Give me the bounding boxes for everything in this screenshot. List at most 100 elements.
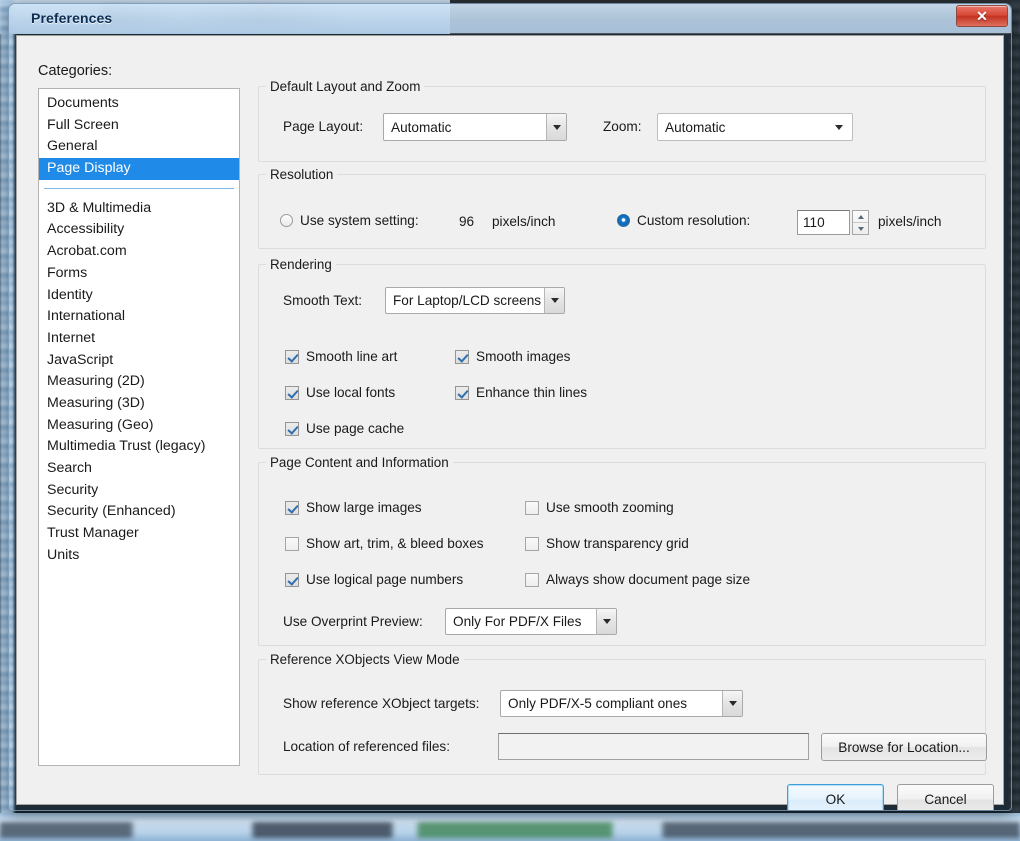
checkbox-show-large-images[interactable]: Show large images (285, 500, 422, 515)
checkbox-use-logical-page-numbers[interactable]: Use logical page numbers (285, 572, 463, 587)
category-item-identity[interactable]: Identity (39, 285, 239, 307)
cancel-button[interactable]: Cancel (897, 784, 994, 810)
checkbox-indicator (285, 421, 299, 436)
radio-use-system-setting[interactable]: Use system setting: (280, 213, 419, 228)
category-item-international[interactable]: International (39, 306, 239, 328)
categories-list[interactable]: Documents Full Screen General Page Display 3… (38, 88, 240, 766)
backdrop-bottom-blurred-text (0, 822, 1020, 838)
checkbox-use-local-fonts[interactable]: Use local fonts (285, 385, 395, 400)
category-item-label: Documents (47, 95, 119, 111)
category-item-label: Full Screen (47, 116, 119, 133)
radio-indicator-system (280, 214, 293, 227)
category-item-label: Internet (47, 329, 96, 346)
category-item-documents[interactable]: Documents (39, 93, 239, 115)
custom-resolution-field[interactable] (798, 211, 849, 234)
category-item-internet[interactable]: Internet (39, 328, 239, 350)
category-item-full-screen[interactable]: Full Screen (39, 115, 239, 137)
checkbox-show-art-trim-bleed-boxes[interactable]: Show art, trim, & bleed boxes (285, 536, 484, 551)
overprint-preview-select[interactable]: Only For PDF/X Files (445, 608, 617, 635)
ok-button[interactable]: OK (787, 784, 884, 810)
page-layout-dropdown-button[interactable] (546, 114, 566, 140)
category-item-javascript[interactable]: JavaScript (39, 350, 239, 372)
category-item-measuring-3d[interactable]: Measuring (3D) (39, 393, 239, 415)
arrow-down-icon (857, 226, 864, 231)
stepper-up-button[interactable] (853, 211, 868, 223)
category-item-acrobat-com[interactable]: Acrobat.com (39, 241, 239, 263)
category-item-trust-manager[interactable]: Trust Manager (39, 523, 239, 545)
category-item-security[interactable]: Security (39, 480, 239, 502)
category-item-label: Measuring (Geo) (47, 416, 154, 433)
category-item-forms[interactable]: Forms (39, 263, 239, 285)
category-item-measuring-geo[interactable]: Measuring (Geo) (39, 415, 239, 437)
category-item-accessibility[interactable]: Accessibility (39, 219, 239, 241)
page-layout-select[interactable]: Automatic (383, 113, 567, 141)
category-item-label: Accessibility (47, 221, 125, 238)
checkbox-use-smooth-zooming[interactable]: Use smooth zooming (525, 500, 674, 515)
category-item-label: JavaScript (47, 351, 114, 368)
checkbox-indicator (455, 349, 469, 364)
category-item-security-enhanced[interactable]: Security (Enhanced) (39, 501, 239, 523)
chevron-down-icon (728, 701, 737, 706)
group-default-layout-and-zoom: Default Layout and Zoom Page Layout: Aut… (258, 79, 986, 162)
xobject-targets-value: Only PDF/X-5 compliant ones (508, 696, 688, 711)
checkbox-always-show-document-page-size[interactable]: Always show document page size (525, 572, 750, 587)
checkbox-indicator (455, 385, 469, 400)
checkbox-use-page-cache[interactable]: Use page cache (285, 421, 404, 436)
category-item-label: Measuring (3D) (47, 394, 145, 411)
category-item-3d-multimedia[interactable]: 3D & Multimedia (39, 198, 239, 220)
system-resolution-units: pixels/inch (492, 214, 556, 229)
category-item-search[interactable]: Search (39, 458, 239, 480)
zoom-dropdown-button[interactable] (826, 114, 852, 140)
checkbox-indicator (525, 536, 539, 551)
group-page-content-and-information: Page Content and Information Show large … (258, 455, 986, 646)
browse-for-location-button[interactable]: Browse for Location... (821, 733, 987, 761)
stepper-down-button[interactable] (853, 223, 868, 234)
overprint-dropdown-button[interactable] (596, 609, 616, 634)
checkbox-indicator (285, 385, 299, 400)
checkbox-enhance-thin-lines[interactable]: Enhance thin lines (455, 385, 587, 400)
radio-label-system: Use system setting: (300, 213, 419, 228)
category-item-general[interactable]: General (39, 136, 239, 158)
custom-resolution-stepper[interactable] (852, 210, 869, 235)
group-title-default-layout: Default Layout and Zoom (266, 79, 425, 94)
radio-label-custom: Custom resolution: (637, 213, 751, 228)
dialog-client-area: Categories: Documents Full Screen General P… (16, 35, 1004, 810)
group-title-page-content: Page Content and Information (266, 455, 453, 470)
category-item-label: Search (47, 460, 92, 476)
checkbox-label: Smooth images (476, 349, 571, 364)
category-item-label: Units (47, 546, 80, 563)
xobject-targets-dropdown-button[interactable] (722, 691, 742, 716)
category-item-page-display[interactable]: Page Display (39, 158, 239, 180)
category-item-label: International (47, 308, 126, 325)
smooth-text-dropdown-button[interactable] (544, 288, 564, 313)
category-item-multimedia-trust-legacy[interactable]: Multimedia Trust (legacy) (39, 436, 239, 458)
referenced-files-location-field[interactable] (499, 734, 808, 759)
smooth-text-select[interactable]: For Laptop/LCD screens (385, 287, 565, 314)
checkbox-show-transparency-grid[interactable]: Show transparency grid (525, 536, 689, 551)
checkbox-label: Show art, trim, & bleed boxes (306, 536, 484, 551)
category-item-label: Measuring (2D) (47, 373, 145, 390)
xobject-targets-select[interactable]: Only PDF/X-5 compliant ones (500, 690, 743, 717)
categories-separator (44, 187, 234, 189)
zoom-select[interactable]: Automatic (657, 113, 853, 141)
group-reference-xobjects-view-mode: Reference XObjects View Mode Show refere… (258, 652, 987, 775)
checkbox-smooth-line-art[interactable]: Smooth line art (285, 349, 397, 364)
checkbox-label: Use local fonts (306, 385, 396, 400)
category-item-units[interactable]: Units (39, 545, 239, 567)
custom-resolution-input[interactable] (797, 210, 850, 235)
category-item-measuring-2d[interactable]: Measuring (2D) (39, 371, 239, 393)
checkbox-indicator (285, 536, 299, 551)
chevron-down-icon (552, 124, 561, 130)
checkbox-indicator (285, 572, 299, 587)
custom-resolution-units: pixels/inch (878, 214, 942, 229)
checkbox-smooth-images[interactable]: Smooth images (455, 349, 570, 364)
close-icon: ✕ (976, 8, 988, 24)
smooth-text-value: For Laptop/LCD screens (393, 293, 542, 308)
group-rendering: Rendering Smooth Text: For Laptop/LCD sc… (258, 257, 986, 449)
page-layout-label: Page Layout: (283, 119, 364, 134)
category-item-label: General (47, 138, 98, 155)
referenced-files-location-input[interactable] (498, 733, 809, 760)
close-button[interactable]: ✕ (956, 5, 1008, 27)
radio-custom-resolution[interactable]: Custom resolution: (617, 213, 750, 228)
chevron-down-icon (550, 298, 559, 303)
